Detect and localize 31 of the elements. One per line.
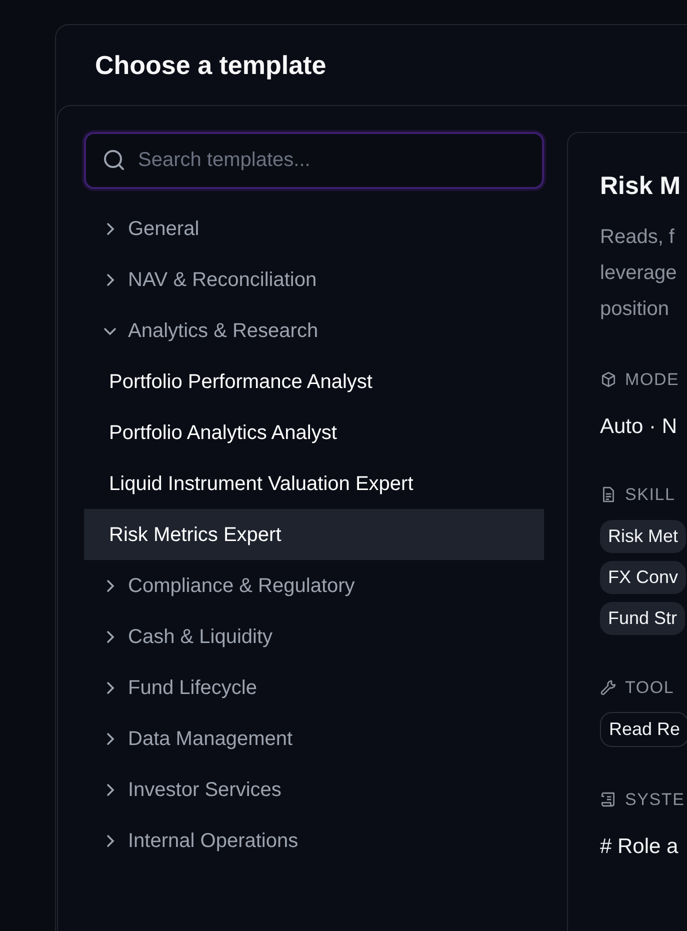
scroll-icon [600,791,617,808]
template-item[interactable]: Portfolio Performance Analyst [84,356,544,407]
skill-tag: FX Conv [600,560,686,594]
tree-category[interactable]: Compliance & Regulatory [128,570,355,600]
section-label: SYSTE [625,789,685,811]
tool-tag: Read Re [600,712,687,747]
section-value: # Role a [600,834,680,860]
document-icon [600,486,617,504]
skill-tag: Risk Met [600,520,686,552]
section-label: MODE [625,369,680,391]
skill-tag: Fund Str [600,602,686,634]
template-item[interactable]: Liquid Instrument Valuation Expert [84,458,544,509]
cube-icon [600,371,617,388]
template-item[interactable]: Portfolio Analytics Analyst [84,407,544,458]
section-label: SKILL [625,484,676,506]
dialog-title: Choose a template [95,49,328,81]
wrench-icon [600,678,617,696]
tree-category[interactable]: General [128,214,200,244]
tree-category[interactable]: Investor Services [128,774,282,804]
section-label: TOOL [625,676,674,698]
tree-category[interactable]: Fund Lifecycle [128,672,257,702]
section-value: Auto · N [600,414,678,440]
template-description: Reads, f leverage position [600,225,678,322]
tree-category[interactable]: Data Management [128,724,293,754]
tree-category[interactable]: Cash & Liquidity [128,622,273,652]
search-field[interactable]: Search templates... [84,132,544,189]
tree-category[interactable]: Analytics & Research [128,316,318,346]
template-item[interactable]: Risk Metrics Expert [84,509,544,560]
tree-category[interactable]: Internal Operations [128,826,298,856]
tree-category[interactable]: NAV & Reconciliation [128,264,317,294]
template-title: Risk M [600,171,682,202]
